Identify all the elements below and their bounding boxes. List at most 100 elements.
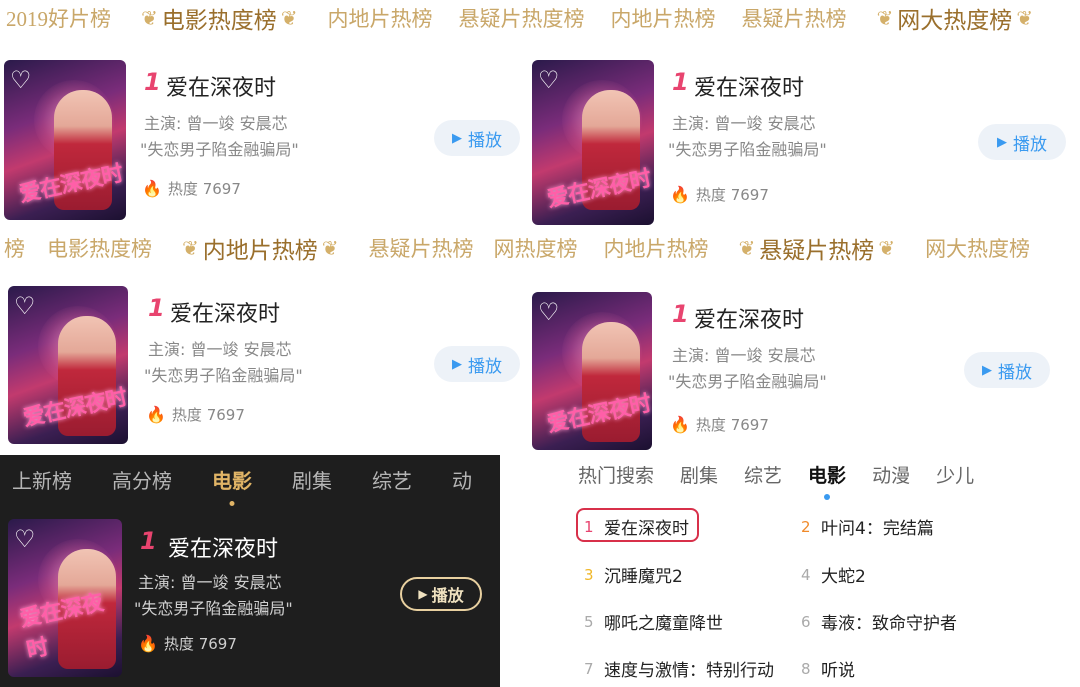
laurel-left-icon: ❦	[876, 6, 894, 30]
laurel-right-icon: ❦	[1016, 6, 1034, 30]
laurel-right-icon: ❦	[280, 6, 298, 30]
list-item-title: 听说	[821, 661, 855, 681]
movie-cast: 主演: 曾一竣 安晨芯	[672, 114, 816, 133]
play-icon: ▶	[418, 587, 428, 601]
list-item[interactable]: 2 叶问4：完结篇	[801, 514, 934, 540]
favorite-heart-icon[interactable]: ♡	[14, 292, 42, 320]
movie-title[interactable]: 爱在深夜时	[694, 70, 804, 102]
movie-poster[interactable]: 爱在深夜时 ♡	[8, 286, 128, 444]
heat-score: 🔥 热度 7697	[670, 185, 769, 204]
tab-label: 网大热度榜	[897, 8, 1013, 34]
tab-partial[interactable]: 榜	[4, 233, 25, 263]
play-button[interactable]: ▶ 播放	[434, 346, 520, 382]
flame-icon: 🔥	[146, 405, 166, 424]
tab-hot-search[interactable]: 热门搜索	[578, 461, 654, 488]
movie-tagline: "失恋男子陷金融骗局"	[140, 140, 299, 159]
tab-web-heat[interactable]: 网热度榜	[494, 233, 578, 263]
tab-2019-good-films[interactable]: 2019好片榜	[6, 3, 111, 33]
movie-title[interactable]: 爱在深夜时	[168, 531, 278, 563]
play-icon: ▶	[452, 130, 462, 146]
tab-anime-partial[interactable]: 动	[452, 465, 472, 494]
dark-category-tabs: 上新榜 高分榜 电影 剧集 综艺 动	[12, 455, 512, 506]
list-item[interactable]: 5 哪吒之魔童降世	[584, 609, 723, 635]
tab-label: 电影	[212, 468, 252, 493]
movie-poster[interactable]: 爱在深夜时 ♡	[8, 519, 122, 677]
rank-number: 4	[801, 565, 811, 584]
laurel-right-icon: ❦	[878, 236, 896, 260]
movie-card-d[interactable]: 爱在深夜时 ♡ 1 爱在深夜时 主演: 曾一竣 安晨芯 "失恋男子陷金融骗局" …	[532, 292, 1062, 462]
list-item[interactable]: 7 速度与激情：特别行动	[584, 656, 774, 682]
tab-mystery-hot-active[interactable]: ❦ 悬疑片热榜 ❦	[735, 231, 900, 265]
movie-card-c[interactable]: 爱在深夜时 ♡ 1 爱在深夜时 主演: 曾一竣 安晨芯 "失恋男子陷金融骗局" …	[8, 286, 528, 456]
list-item-title: 叶问4：完结篇	[821, 519, 934, 539]
tab-anime[interactable]: 动漫	[872, 461, 910, 488]
favorite-heart-icon[interactable]: ♡	[14, 525, 42, 553]
tab-movie-heat-active[interactable]: ❦ 电影热度榜 ❦	[137, 1, 302, 35]
rank-number: 1	[144, 68, 161, 96]
play-button[interactable]: ▶ 播放	[400, 577, 482, 611]
tab-movie-active[interactable]: 电影	[808, 461, 847, 500]
movie-title[interactable]: 爱在深夜时	[166, 70, 276, 102]
movie-poster[interactable]: 爱在深夜时 ♡	[4, 60, 126, 220]
tab-mainland-hot-active[interactable]: ❦ 内地片热榜 ❦	[178, 231, 343, 265]
list-item[interactable]: 8 听说	[801, 656, 855, 682]
active-dot	[824, 493, 831, 500]
movie-card-b[interactable]: 爱在深夜时 ♡ 1 爱在深夜时 主演: 曾一竣 安晨芯 "失恋男子陷金融骗局" …	[532, 60, 1072, 230]
tab-kids[interactable]: 少儿	[936, 461, 974, 488]
movie-poster[interactable]: 爱在深夜时 ♡	[532, 292, 652, 450]
list-item[interactable]: 6 毒液：致命守护者	[801, 609, 957, 635]
list-item[interactable]: 4 大蛇2	[801, 562, 866, 588]
play-icon: ▶	[452, 356, 462, 372]
favorite-heart-icon[interactable]: ♡	[538, 298, 566, 326]
tab-web-movie-heat[interactable]: 网大热度榜	[925, 233, 1030, 263]
tab-label: 内地片热榜	[202, 238, 318, 264]
tab-high-score[interactable]: 高分榜	[112, 465, 172, 494]
tab-series[interactable]: 剧集	[292, 465, 332, 494]
tab-mainland-hot-2[interactable]: 内地片热榜	[604, 233, 709, 263]
play-icon: ▶	[982, 362, 992, 378]
movie-poster[interactable]: 爱在深夜时 ♡	[532, 60, 654, 225]
rank-number: 2	[801, 517, 811, 536]
movie-card-e[interactable]: 爱在深夜时 ♡ 1 爱在深夜时 主演: 曾一竣 安晨芯 "失恋男子陷金融骗局" …	[8, 519, 498, 687]
tab-new[interactable]: 上新榜	[12, 465, 72, 494]
movie-title[interactable]: 爱在深夜时	[694, 302, 804, 334]
tab-mystery-hot[interactable]: 悬疑片热榜	[742, 3, 847, 33]
movie-tagline: "失恋男子陷金融骗局"	[144, 366, 303, 385]
tab-variety[interactable]: 综艺	[744, 461, 782, 488]
rank-number: 7	[584, 659, 594, 678]
laurel-left-icon: ❦	[141, 6, 158, 30]
tab-mainland-hot-2[interactable]: 内地片热榜	[611, 3, 716, 33]
movie-card-a[interactable]: 爱在深夜时 ♡ 1 爱在深夜时 主演: 曾一竣 安晨芯 "失恋男子陷金融骗局" …	[4, 60, 524, 230]
tab-web-movie-heat[interactable]: ❦ 网大热度榜 ❦	[873, 1, 1038, 35]
tab-mainland-hot[interactable]: 内地片热榜	[328, 3, 433, 33]
tab-label: 电影	[808, 464, 847, 487]
play-button[interactable]: ▶ 播放	[978, 124, 1066, 160]
rank-number: 1	[148, 294, 165, 322]
tab-movie-heat[interactable]: 电影热度榜	[47, 233, 152, 263]
tab-label: 悬疑片热榜	[759, 238, 875, 264]
tab-mystery-hot[interactable]: 悬疑片热榜	[369, 233, 474, 263]
tab-mystery-heat[interactable]: 悬疑片热度榜	[459, 3, 585, 33]
movie-cast: 主演: 曾一竣 安晨芯	[138, 573, 282, 592]
list-item[interactable]: 3 沉睡魔咒2	[584, 562, 683, 588]
tab-movie-active[interactable]: 电影	[212, 465, 252, 506]
list-item[interactable]: 1 爱在深夜时	[584, 514, 689, 540]
movie-title[interactable]: 爱在深夜时	[170, 296, 280, 328]
flame-icon: 🔥	[138, 634, 158, 653]
tab-label: 电影热度榜	[161, 8, 277, 34]
laurel-left-icon: ❦	[738, 236, 756, 260]
flame-icon: 🔥	[142, 179, 162, 198]
rank-number: 8	[801, 659, 811, 678]
play-button[interactable]: ▶ 播放	[434, 120, 520, 156]
favorite-heart-icon[interactable]: ♡	[10, 66, 38, 94]
tab-series[interactable]: 剧集	[680, 461, 718, 488]
heat-score: 🔥 热度 7697	[670, 415, 769, 434]
heat-score: 🔥 热度 7697	[142, 179, 241, 198]
rank-number: 5	[584, 612, 594, 631]
tab-variety[interactable]: 综艺	[372, 465, 412, 494]
play-button[interactable]: ▶ 播放	[964, 352, 1050, 388]
favorite-heart-icon[interactable]: ♡	[538, 66, 566, 94]
list-item-title: 爱在深夜时	[604, 519, 689, 539]
hot-list-tab-strip-1: 2019好片榜 ❦ 电影热度榜 ❦ 内地片热榜 悬疑片热度榜 内地片热榜 悬疑片…	[6, 0, 1080, 36]
movie-cast: 主演: 曾一竣 安晨芯	[148, 340, 292, 359]
